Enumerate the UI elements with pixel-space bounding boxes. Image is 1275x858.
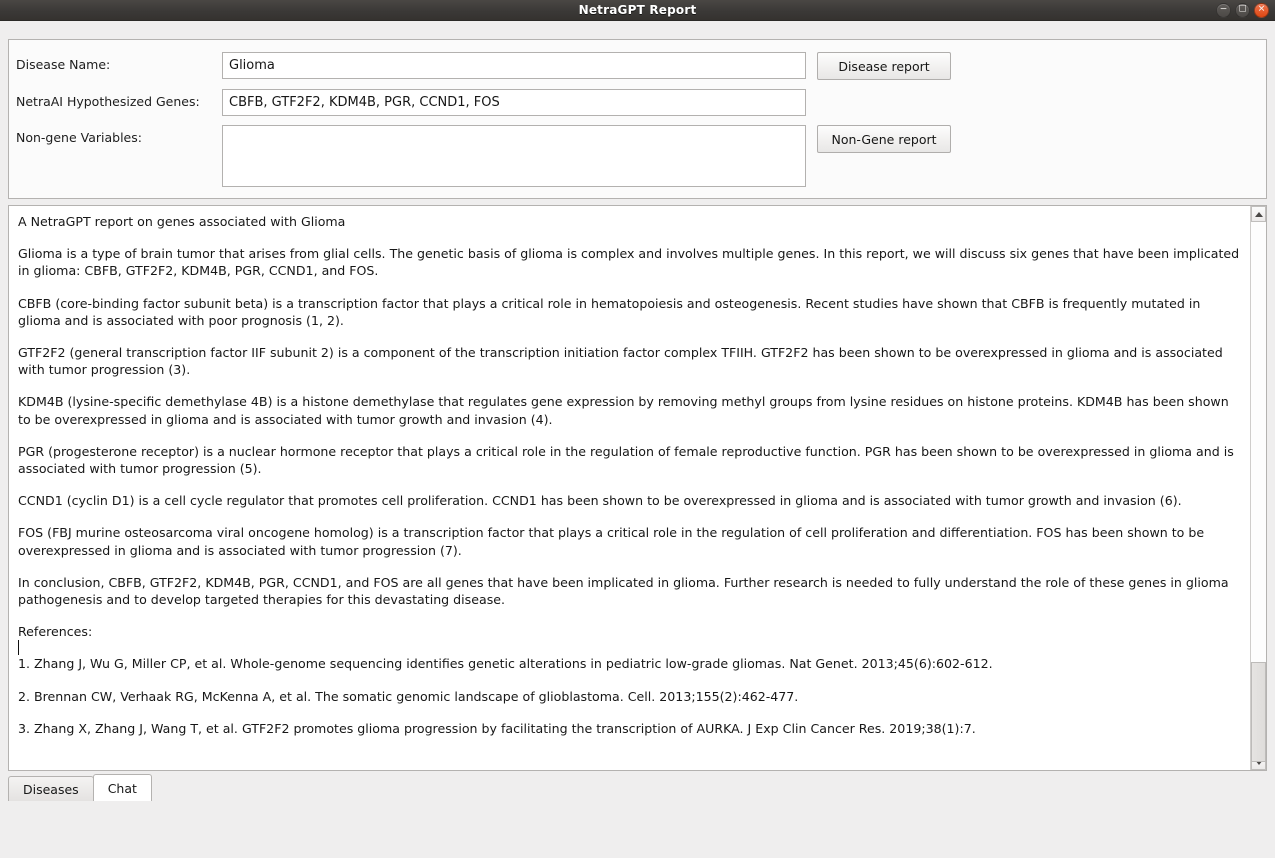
tab-chat-label: Chat [107, 780, 137, 796]
disease-name-input[interactable] [222, 52, 806, 79]
report-paragraph: CCND1 (cyclin D1) is a cell cycle regula… [18, 493, 1182, 509]
non-gene-variables-row: Non-gene Variables: Non-Gene report [16, 125, 1256, 187]
window-body: Disease Name: Disease report NetraAI Hyp… [0, 21, 1275, 858]
disease-name-label: Disease Name: [16, 57, 111, 72]
close-button[interactable]: ✕ [1254, 2, 1269, 18]
scroll-up-arrow-icon[interactable] [1251, 206, 1266, 222]
top-spacer [0, 21, 1275, 39]
tab-chat[interactable]: Chat [92, 774, 152, 801]
report-paragraph: Glioma is a type of brain tumor that ari… [18, 246, 1240, 279]
report-output-panel: A NetraGPT report on genes associated wi… [8, 205, 1267, 771]
maximize-icon: ☐ [1238, 4, 1247, 14]
hypothesized-genes-row: NetraAI Hypothesized Genes: [16, 89, 1256, 116]
report-vertical-scrollbar[interactable] [1250, 206, 1266, 770]
window-titlebar: NetraGPT Report − ☐ ✕ [0, 0, 1275, 21]
report-paragraph: In conclusion, CBFB, GTF2F2, KDM4B, PGR,… [18, 574, 1229, 608]
report-paragraph: KDM4B (lysine-specific demethylase 4B) i… [18, 394, 1229, 427]
input-form-panel: Disease Name: Disease report NetraAI Hyp… [8, 39, 1267, 199]
hypothesized-genes-input[interactable] [222, 89, 806, 116]
non-gene-report-button[interactable]: Non-Gene report [817, 125, 951, 153]
minimize-button[interactable]: − [1216, 2, 1231, 18]
report-text-body[interactable]: A NetraGPT report on genes associated wi… [9, 206, 1250, 770]
report-paragraph: FOS (FBJ murine osteosarcoma viral oncog… [18, 525, 1205, 558]
report-paragraph: CBFB (core-binding factor subunit beta) … [18, 295, 1201, 328]
close-icon: ✕ [1257, 4, 1266, 14]
bottom-tabbar: Diseases Chat [8, 771, 1275, 801]
non-gene-variables-input[interactable] [222, 125, 806, 187]
report-references-heading: References: [18, 623, 1241, 656]
report-reference-item: 1. Zhang J, Wu G, Miller CP, et al. Whol… [18, 656, 993, 672]
report-paragraph: PGR (progesterone receptor) is a nuclear… [18, 443, 1234, 477]
maximize-button[interactable]: ☐ [1235, 2, 1250, 18]
scrollbar-thumb[interactable] [1251, 662, 1266, 762]
disease-name-row: Disease Name: Disease report [16, 52, 1256, 80]
tab-diseases[interactable]: Diseases [8, 776, 94, 801]
report-reference-item: 2. Brennan CW, Verhaak RG, McKenna A, et… [18, 688, 799, 704]
report-paragraph: A NetraGPT report on genes associated wi… [18, 214, 346, 229]
non-gene-variables-label: Non-gene Variables: [16, 130, 142, 145]
report-paragraph: GTF2F2 (general transcription factor IIF… [18, 345, 1223, 378]
disease-report-button[interactable]: Disease report [817, 52, 951, 80]
tab-diseases-label: Diseases [23, 781, 79, 797]
window-title: NetraGPT Report [578, 3, 697, 17]
hypothesized-genes-label: NetraAI Hypothesized Genes: [16, 94, 200, 109]
minimize-icon: − [1219, 4, 1228, 14]
report-reference-item: 3. Zhang X, Zhang J, Wang T, et al. GTF2… [18, 720, 976, 736]
scrollbar-track[interactable] [1251, 222, 1266, 762]
window-controls: − ☐ ✕ [1216, 0, 1269, 20]
